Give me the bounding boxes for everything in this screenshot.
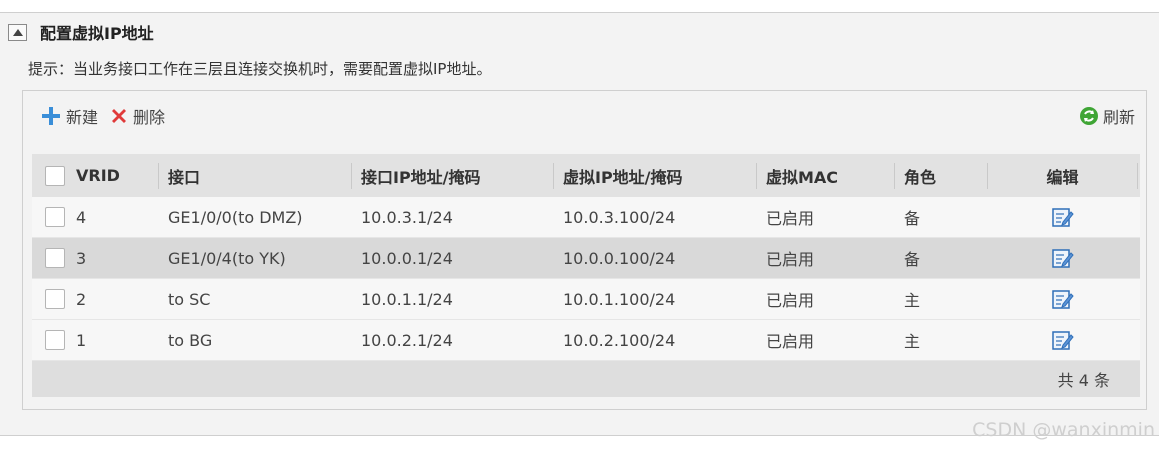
row-edit-cell [988, 279, 1138, 319]
table-row[interactable]: 1 to BG 10.0.2.1/24 10.0.2.100/24 已启用 主 [32, 320, 1140, 361]
table-header: VRID 接口 接口IP地址/掩码 虚拟IP地址/掩码 虚拟MAC 角色 编辑 [32, 154, 1140, 197]
total-count: 共 4 条 [1057, 371, 1110, 390]
watermark: CSDN @wanxinmin [972, 419, 1155, 441]
row-interface: GE1/0/0(to DMZ) [168, 207, 303, 227]
edit-icon[interactable] [1051, 247, 1075, 269]
row-virtual-ip: 10.0.1.100/24 [563, 289, 676, 309]
panel-title: 配置虚拟IP地址 [40, 24, 154, 43]
row-virtual-mac: 已启用 [766, 250, 815, 269]
row-virtual-mac: 已启用 [766, 291, 815, 310]
row-edit-cell [988, 197, 1138, 237]
row-interface-ip: 10.0.3.1/24 [361, 207, 453, 227]
row-role: 备 [904, 209, 921, 228]
row-vrid: 2 [76, 289, 87, 309]
new-button-label: 新建 [66, 108, 99, 127]
row-interface: to BG [168, 330, 213, 350]
row-interface-ip: 10.0.2.1/24 [361, 330, 453, 350]
row-role: 主 [904, 332, 921, 351]
refresh-button[interactable]: 刷新 [1079, 103, 1135, 129]
header-virtual-mac[interactable]: 虚拟MAC [757, 162, 895, 189]
row-vrid: 1 [76, 330, 87, 350]
row-vrid-cell: 4 [32, 197, 159, 237]
row-interface: GE1/0/4(to YK) [168, 248, 286, 268]
row-vrid-cell: 1 [32, 320, 159, 360]
header-interface[interactable]: 接口 [159, 162, 352, 189]
new-button[interactable]: 新建 [40, 104, 98, 128]
refresh-button-label: 刷新 [1102, 108, 1135, 127]
row-checkbox[interactable] [45, 330, 65, 350]
row-virtual-mac: 已启用 [766, 209, 815, 228]
row-vrid-cell: 2 [32, 279, 159, 319]
panel-header: 配置虚拟IP地址 [8, 22, 154, 43]
collapse-button[interactable] [8, 23, 27, 41]
row-edit-cell [988, 320, 1138, 360]
row-virtual-ip: 10.0.2.100/24 [563, 330, 676, 350]
header-role[interactable]: 角色 [895, 162, 988, 189]
toolbar: 新建 删除 [40, 103, 165, 129]
header-vrid: VRID [32, 162, 159, 189]
delete-button[interactable]: 删除 [109, 104, 165, 128]
row-checkbox[interactable] [45, 289, 65, 309]
select-all-checkbox[interactable] [45, 165, 65, 186]
row-checkbox[interactable] [45, 207, 65, 227]
row-vrid-cell: 3 [32, 238, 159, 278]
header-virtual-ip[interactable]: 虚拟IP地址/掩码 [554, 162, 757, 189]
row-interface-ip: 10.0.0.1/24 [361, 248, 453, 268]
row-virtual-ip: 10.0.3.100/24 [563, 207, 676, 227]
edit-icon[interactable] [1051, 288, 1075, 310]
row-checkbox[interactable] [45, 248, 65, 268]
row-vrid: 4 [76, 207, 87, 227]
header-interface-ip[interactable]: 接口IP地址/掩码 [352, 162, 554, 189]
row-edit-cell [988, 238, 1138, 278]
row-interface: to SC [168, 289, 211, 309]
row-vrid: 3 [76, 248, 87, 268]
row-role: 备 [904, 250, 921, 269]
delete-button-label: 删除 [133, 108, 166, 127]
plus-icon [42, 107, 60, 125]
vip-list-container: 新建 删除 刷新 VRID 接口 接口IP地址/掩码 虚拟IP地址/掩码 虚拟M… [22, 90, 1147, 410]
triangle-up-icon [12, 28, 23, 36]
edit-icon[interactable] [1051, 329, 1075, 351]
table-row[interactable]: 2 to SC 10.0.1.1/24 10.0.1.100/24 已启用 主 [32, 279, 1140, 320]
row-role: 主 [904, 291, 921, 310]
header-vrid-label: VRID [76, 166, 120, 185]
row-virtual-ip: 10.0.0.100/24 [563, 248, 676, 268]
hint-text: 提示：当业务接口工作在三层且连接交换机时，需要配置虚拟IP地址。 [28, 60, 492, 78]
row-interface-ip: 10.0.1.1/24 [361, 289, 453, 309]
table-row[interactable]: 3 GE1/0/4(to YK) 10.0.0.1/24 10.0.0.100/… [32, 238, 1140, 279]
edit-icon[interactable] [1051, 206, 1075, 228]
refresh-icon [1079, 107, 1098, 125]
table-row[interactable]: 4 GE1/0/0(to DMZ) 10.0.3.1/24 10.0.3.100… [32, 197, 1140, 238]
delete-x-icon [112, 109, 127, 123]
header-edit: 编辑 [988, 162, 1138, 189]
vip-config-panel: 配置虚拟IP地址 提示：当业务接口工作在三层且连接交换机时，需要配置虚拟IP地址… [0, 12, 1159, 436]
table-footer: 共 4 条 [32, 361, 1140, 397]
vip-table: VRID 接口 接口IP地址/掩码 虚拟IP地址/掩码 虚拟MAC 角色 编辑 … [32, 154, 1140, 397]
row-virtual-mac: 已启用 [766, 332, 815, 351]
